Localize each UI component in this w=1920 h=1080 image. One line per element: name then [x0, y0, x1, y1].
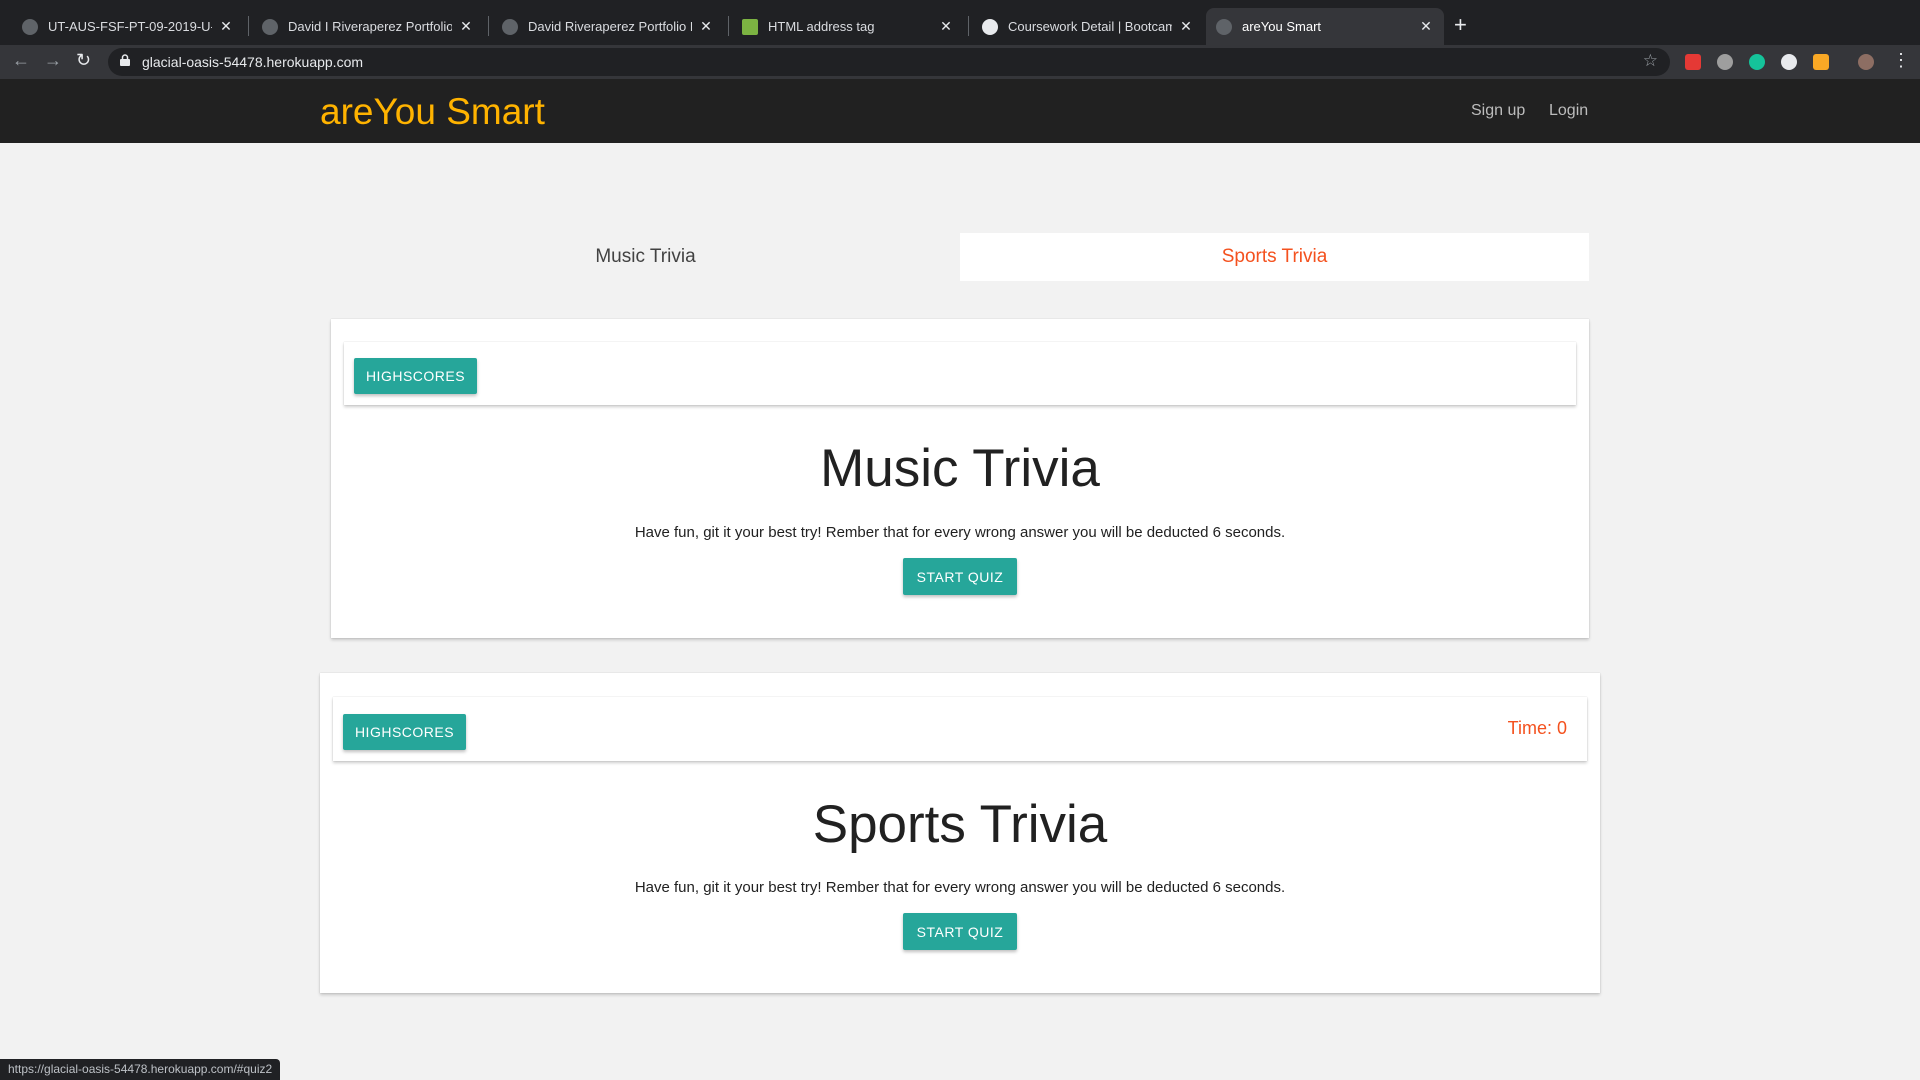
quiz-header: HIGHSCORES: [344, 342, 1576, 405]
bookmark-star-icon[interactable]: ☆: [1643, 51, 1658, 71]
forward-arrow-icon[interactable]: →: [44, 50, 62, 71]
tab-music-trivia[interactable]: Music Trivia: [331, 233, 960, 281]
browser-tab-strip: UT-AUS-FSF-PT-09-2019-U-C/ ✕ David I Riv…: [0, 0, 1920, 45]
lock-icon: [120, 54, 130, 66]
tab-divider: [488, 16, 489, 36]
w3schools-icon: [742, 18, 758, 35]
quiz-timer: Time: 0: [1507, 718, 1567, 738]
new-tab-icon[interactable]: +: [1454, 12, 1467, 38]
globe-icon: [502, 18, 518, 35]
close-icon[interactable]: ✕: [458, 18, 474, 35]
quiz-tabs: Music Trivia Sports Trivia: [331, 233, 1589, 281]
close-icon[interactable]: ✕: [1418, 18, 1434, 35]
highscores-button[interactable]: HIGHSCORES: [354, 358, 477, 394]
globe-icon: [1216, 18, 1232, 35]
link-status-bar: https://glacial-oasis-54478.herokuapp.co…: [0, 1059, 281, 1080]
start-quiz-button[interactable]: START QUIZ: [903, 913, 1017, 950]
address-bar[interactable]: glacial-oasis-54478.herokuapp.com ☆: [108, 48, 1670, 76]
quiz-description: Have fun, git it your best try! Rember t…: [634, 524, 1286, 541]
tab-divider: [728, 16, 729, 36]
menu-dots-icon[interactable]: ⋮: [1892, 50, 1910, 71]
grammarly-icon[interactable]: [1749, 54, 1765, 70]
browser-tab[interactable]: UT-AUS-FSF-PT-09-2019-U-C/ ✕: [12, 8, 244, 45]
close-icon[interactable]: ✕: [938, 18, 954, 35]
address-url: glacial-oasis-54478.herokuapp.com: [142, 54, 364, 70]
browser-tab-title: UT-AUS-FSF-PT-09-2019-U-C/: [48, 19, 212, 34]
sports-quiz-card: HIGHSCORES Time: 0 Sports Trivia Have fu…: [320, 673, 1600, 993]
browser-tab[interactable]: Coursework Detail | Bootcamp S ✕: [972, 8, 1204, 45]
app-navbar: areYou Smart Sign up Login: [0, 79, 1920, 143]
login-link[interactable]: Login: [1549, 102, 1588, 120]
browser-tab[interactable]: David I Riveraperez Portfolio pag ✕: [252, 8, 484, 45]
quiz-header: HIGHSCORES Time: 0: [333, 697, 1587, 761]
quiz-title: Sports Trivia: [812, 795, 1108, 854]
tab-divider: [248, 16, 249, 36]
drive-icon[interactable]: [1717, 54, 1733, 70]
tab-sports-trivia[interactable]: Sports Trivia: [960, 233, 1589, 281]
music-quiz-card: HIGHSCORES Music Trivia Have fun, git it…: [331, 319, 1589, 638]
tab-divider: [968, 16, 969, 36]
extension-icon[interactable]: [1685, 54, 1701, 70]
close-icon[interactable]: ✕: [698, 18, 714, 35]
profile-avatar[interactable]: [1858, 54, 1874, 70]
start-quiz-button[interactable]: START QUIZ: [903, 558, 1017, 595]
browser-tab-title: David I Riveraperez Portfolio pag: [288, 19, 452, 34]
extension-icon[interactable]: [1781, 54, 1797, 70]
globe-icon: [262, 18, 278, 35]
quiz-description: Have fun, git it your best try! Rember t…: [634, 879, 1286, 896]
globe-icon: [982, 18, 998, 35]
quiz-title: Music Trivia: [820, 439, 1100, 498]
close-icon[interactable]: ✕: [218, 18, 234, 35]
browser-tab-title: David Riveraperez Portfolio Page: [528, 19, 692, 34]
github-icon: [22, 18, 38, 35]
browser-tab-active[interactable]: areYou Smart ✕: [1206, 8, 1444, 45]
reload-icon[interactable]: ↻: [76, 50, 91, 71]
browser-tab[interactable]: David Riveraperez Portfolio Page ✕: [492, 8, 724, 45]
browser-tab-title: HTML address tag: [768, 19, 875, 34]
browser-tab-title: areYou Smart: [1242, 19, 1322, 34]
close-icon[interactable]: ✕: [1178, 18, 1194, 35]
browser-tab[interactable]: HTML address tag ✕: [732, 8, 964, 45]
browser-tab-title: Coursework Detail | Bootcamp S: [1008, 19, 1172, 34]
browser-toolbar: ← → ↻ glacial-oasis-54478.herokuapp.com …: [0, 45, 1920, 79]
signup-link[interactable]: Sign up: [1471, 102, 1525, 120]
highscores-button[interactable]: HIGHSCORES: [343, 714, 466, 750]
extension-icon[interactable]: [1813, 54, 1829, 70]
brand-logo[interactable]: areYou Smart: [320, 91, 545, 133]
back-arrow-icon[interactable]: ←: [12, 50, 30, 71]
